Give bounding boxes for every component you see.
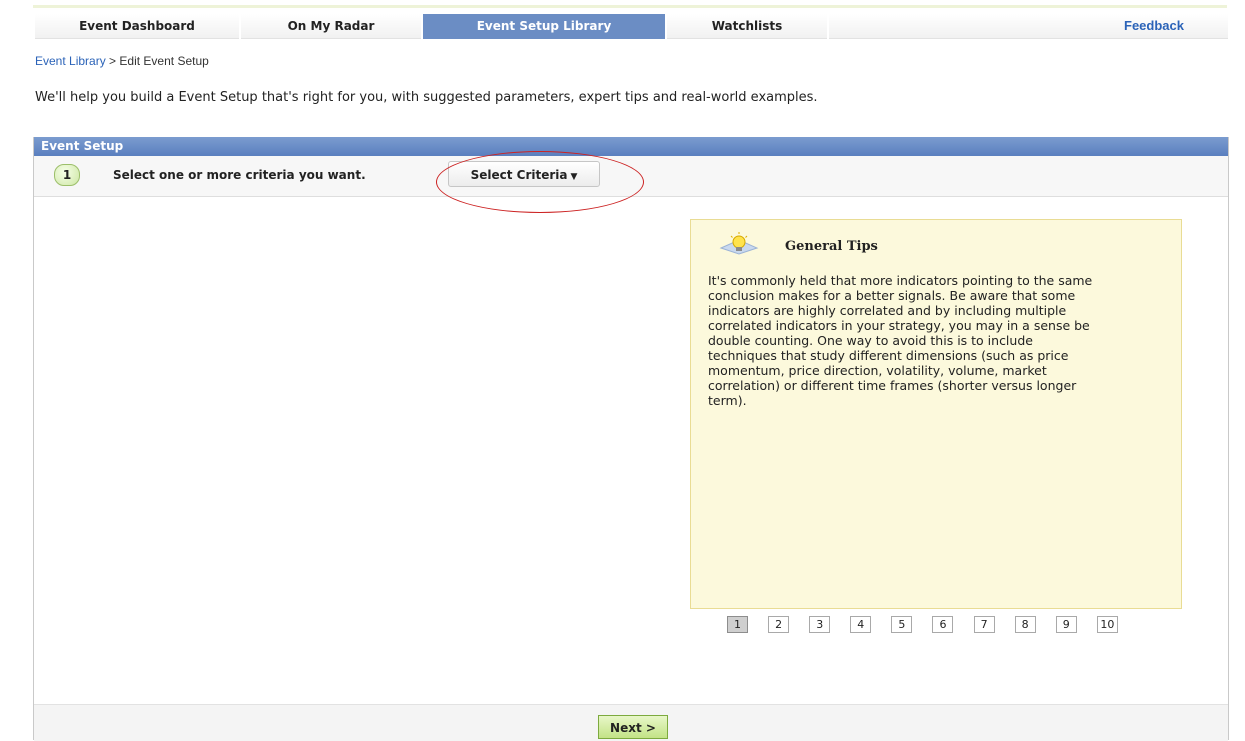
panel-footer: Next > xyxy=(34,704,1228,741)
tab-bar-filler: Feedback xyxy=(829,14,1228,39)
panel-title: Event Setup xyxy=(34,137,1228,156)
page-button-7[interactable]: 7 xyxy=(973,616,995,633)
intro-text: We'll help you build a Event Setup that'… xyxy=(35,90,818,105)
general-tips-box: General Tips It's commonly held that mor… xyxy=(690,219,1182,633)
select-criteria-label: Select Criteria xyxy=(470,168,568,182)
page-button-8[interactable]: 8 xyxy=(1014,616,1036,633)
tab-watchlists[interactable]: Watchlists xyxy=(667,14,827,39)
select-criteria-dropdown[interactable]: Select Criteria ▼ xyxy=(448,161,600,187)
tips-pager: 1 2 3 4 5 6 7 8 9 10 xyxy=(727,613,1133,633)
page-button-6[interactable]: 6 xyxy=(932,616,954,633)
tab-on-my-radar[interactable]: On My Radar xyxy=(241,14,421,39)
step-row: 1 Select one or more criteria you want. … xyxy=(34,151,1228,213)
page-button-5[interactable]: 5 xyxy=(891,616,913,633)
tips-title: General Tips xyxy=(785,239,878,254)
lightbulb-icon xyxy=(719,232,759,255)
top-accent-line xyxy=(33,5,1227,8)
tab-event-setup-library[interactable]: Event Setup Library xyxy=(423,14,665,39)
event-setup-panel: Event Setup 1 Select one or more criteri… xyxy=(33,137,1229,741)
page-button-1[interactable]: 1 xyxy=(727,616,748,633)
page-button-3[interactable]: 3 xyxy=(809,616,831,633)
step-number-badge: 1 xyxy=(54,164,80,186)
step-instruction: Select one or more criteria you want. xyxy=(113,168,366,182)
page-button-4[interactable]: 4 xyxy=(850,616,872,633)
breadcrumb-event-library-link[interactable]: Event Library xyxy=(35,54,106,68)
tips-body: It's commonly held that more indicators … xyxy=(708,273,1093,408)
breadcrumb-current: Edit Event Setup xyxy=(119,54,209,68)
feedback-link[interactable]: Feedback xyxy=(1124,14,1184,38)
page-button-10[interactable]: 10 xyxy=(1096,616,1118,633)
breadcrumb-separator: > xyxy=(109,54,117,68)
main-tabs: Event Dashboard On My Radar Event Setup … xyxy=(35,14,1228,41)
page-button-9[interactable]: 9 xyxy=(1055,616,1077,633)
page-button-2[interactable]: 2 xyxy=(768,616,790,633)
tab-event-dashboard[interactable]: Event Dashboard xyxy=(35,14,239,39)
next-button[interactable]: Next > xyxy=(598,715,668,739)
breadcrumb: Event Library > Edit Event Setup xyxy=(35,54,209,68)
caret-down-icon: ▼ xyxy=(570,172,578,182)
